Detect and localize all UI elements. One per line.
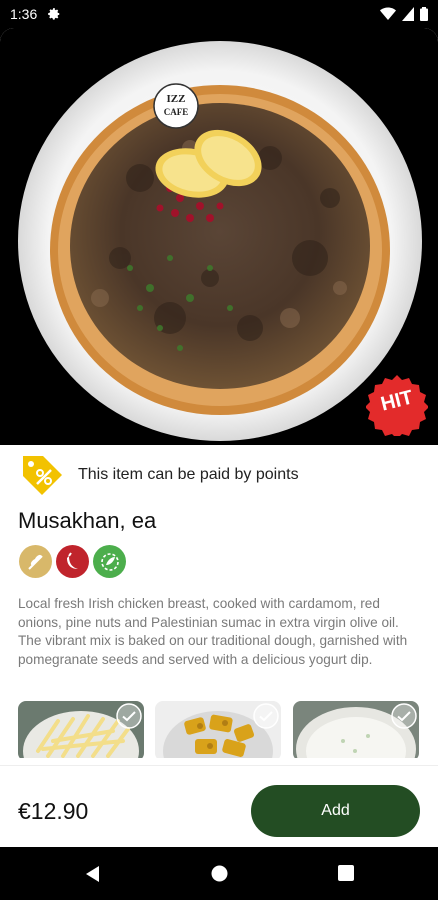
points-info: This item can be paid by points <box>20 453 299 497</box>
status-bar: 1:36 <box>0 0 438 28</box>
yogurt-dip-addon[interactable] <box>293 701 419 758</box>
chili-icon <box>56 545 89 578</box>
battery-icon <box>420 7 428 21</box>
fries-addon[interactable] <box>18 701 144 758</box>
status-indicators <box>380 7 428 21</box>
vegan-leaf-icon <box>93 545 126 578</box>
pickles-addon[interactable] <box>155 701 281 758</box>
signal-icon <box>402 7 414 21</box>
add-to-cart-button[interactable]: Add <box>251 785 420 837</box>
product-title: Musakhan, ea <box>18 508 157 533</box>
diet-icons <box>19 545 126 578</box>
plate-logo-text: IZZ <box>167 93 186 105</box>
product-description: Local fresh Irish chicken breast, cooked… <box>18 596 408 667</box>
settings-icon <box>48 8 60 20</box>
plate-logo-subtext: CAFE <box>164 107 189 117</box>
check-circle-icon[interactable] <box>391 703 417 729</box>
product-image: IZZ CAFE HIT <box>0 28 438 445</box>
status-time: 1:36 <box>10 6 38 22</box>
back-icon[interactable] <box>84 865 100 883</box>
points-text: This item can be paid by points <box>78 466 299 483</box>
wheat-icon <box>19 545 52 578</box>
check-circle-icon[interactable] <box>253 703 279 729</box>
check-circle-icon[interactable] <box>116 703 142 729</box>
discount-tag-icon <box>23 456 62 495</box>
wifi-icon <box>380 7 396 20</box>
home-icon[interactable] <box>211 865 228 882</box>
recents-icon[interactable] <box>338 865 354 881</box>
product-sheet: IZZ CAFE HIT This item can be paid by po… <box>0 28 438 847</box>
system-nav-bar <box>0 847 438 900</box>
price-label: €12.90 <box>18 798 89 824</box>
footer-divider <box>0 765 438 766</box>
addons-row <box>18 701 438 758</box>
